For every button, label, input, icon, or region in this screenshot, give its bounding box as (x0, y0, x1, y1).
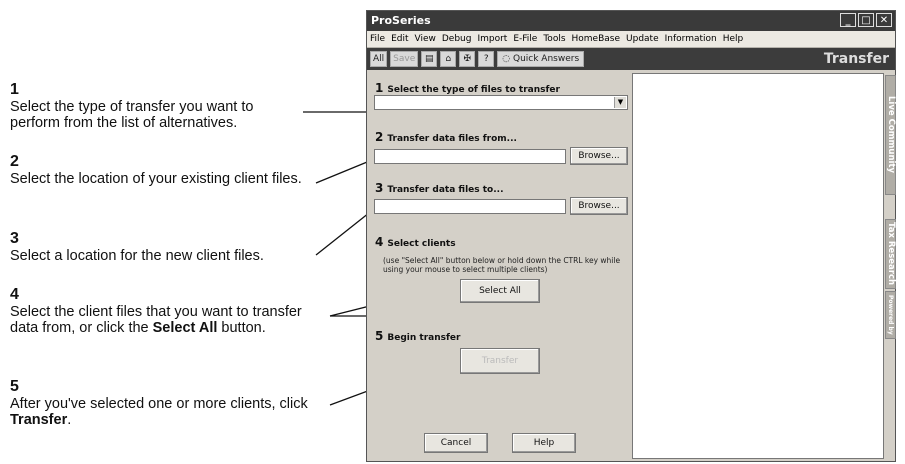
tools-icon[interactable]: ✠ (459, 51, 476, 67)
help-icon[interactable]: ? (478, 51, 495, 67)
step-4-label: 4 Select clients (375, 235, 456, 249)
leader-line-2 (315, 159, 373, 184)
menu-tools[interactable]: Tools (543, 31, 565, 47)
tab-powered-by[interactable]: Powered by (885, 291, 896, 339)
select-all-button[interactable]: Select All (460, 279, 540, 303)
maximize-icon[interactable]: □ (858, 13, 874, 27)
menu-edit[interactable]: Edit (391, 31, 408, 47)
destination-path-field[interactable] (374, 199, 566, 214)
annotation-4: 4 Select the client files that you want … (10, 286, 302, 336)
step-2-label: 2 Transfer data files from... (375, 130, 517, 144)
chevron-down-icon[interactable]: ▼ (614, 97, 626, 108)
step-5-label: 5 Begin transfer (375, 329, 461, 343)
menu-efile[interactable]: E-File (513, 31, 537, 47)
title-bar: ProSeries _ □ ✕ (367, 11, 895, 31)
all-button[interactable]: All (370, 51, 388, 67)
annotation-5: 5 After you've selected one or more clie… (10, 378, 308, 428)
toolbar: All Save ▤ ⌂ ✠ ? ◌ Quick Answers Transfe… (367, 48, 895, 70)
menu-information[interactable]: Information (665, 31, 717, 47)
transfer-type-select[interactable]: ▼ (374, 95, 628, 110)
browse-to-button[interactable]: Browse... (570, 197, 628, 215)
home-icon[interactable]: ⌂ (440, 51, 457, 67)
step-3-label: 3 Transfer data files to... (375, 181, 504, 195)
toolbar-title: Transfer (823, 51, 889, 67)
menu-update[interactable]: Update (626, 31, 659, 47)
minimize-icon[interactable]: _ (840, 13, 856, 27)
menu-help[interactable]: Help (723, 31, 744, 47)
help-button[interactable]: Help (512, 433, 576, 453)
save-button[interactable]: Save (390, 51, 419, 67)
step-1-label: 1 Select the type of files to transfer (375, 81, 560, 95)
cancel-button[interactable]: Cancel (424, 433, 488, 453)
annotation-1: 1 Select the type of transfer you want t… (10, 81, 254, 131)
window-title: ProSeries (371, 14, 431, 27)
forms-icon[interactable]: ▤ (421, 51, 438, 67)
proseries-window: ProSeries _ □ ✕ File Edit View Debug Imp… (366, 10, 896, 462)
transfer-button[interactable]: Transfer (460, 348, 540, 374)
window-controls: _ □ ✕ (840, 13, 892, 27)
annotation-2: 2 Select the location of your existing c… (10, 153, 302, 187)
browse-from-button[interactable]: Browse... (570, 147, 628, 165)
menu-file[interactable]: File (370, 31, 385, 47)
source-path-field[interactable] (374, 149, 566, 164)
tab-live-community[interactable]: Live Community (885, 75, 896, 195)
menu-bar: File Edit View Debug Import E-File Tools… (367, 31, 895, 48)
menu-homebase[interactable]: HomeBase (572, 31, 621, 47)
menu-import[interactable]: Import (477, 31, 507, 47)
close-icon[interactable]: ✕ (876, 13, 892, 27)
select-clients-note: (use "Select All" button below or hold d… (383, 256, 621, 274)
lightbulb-icon: ◌ (502, 54, 513, 64)
client-list-pane[interactable] (632, 73, 884, 459)
quick-answers-button[interactable]: ◌ Quick Answers (497, 51, 585, 67)
menu-view[interactable]: View (415, 31, 436, 47)
annotation-3: 3 Select a location for the new client f… (10, 230, 264, 264)
menu-debug[interactable]: Debug (442, 31, 472, 47)
transfer-panel: 1 Select the type of files to transfer ▼ … (369, 73, 631, 459)
tab-tax-research[interactable]: Tax Research (885, 219, 896, 289)
